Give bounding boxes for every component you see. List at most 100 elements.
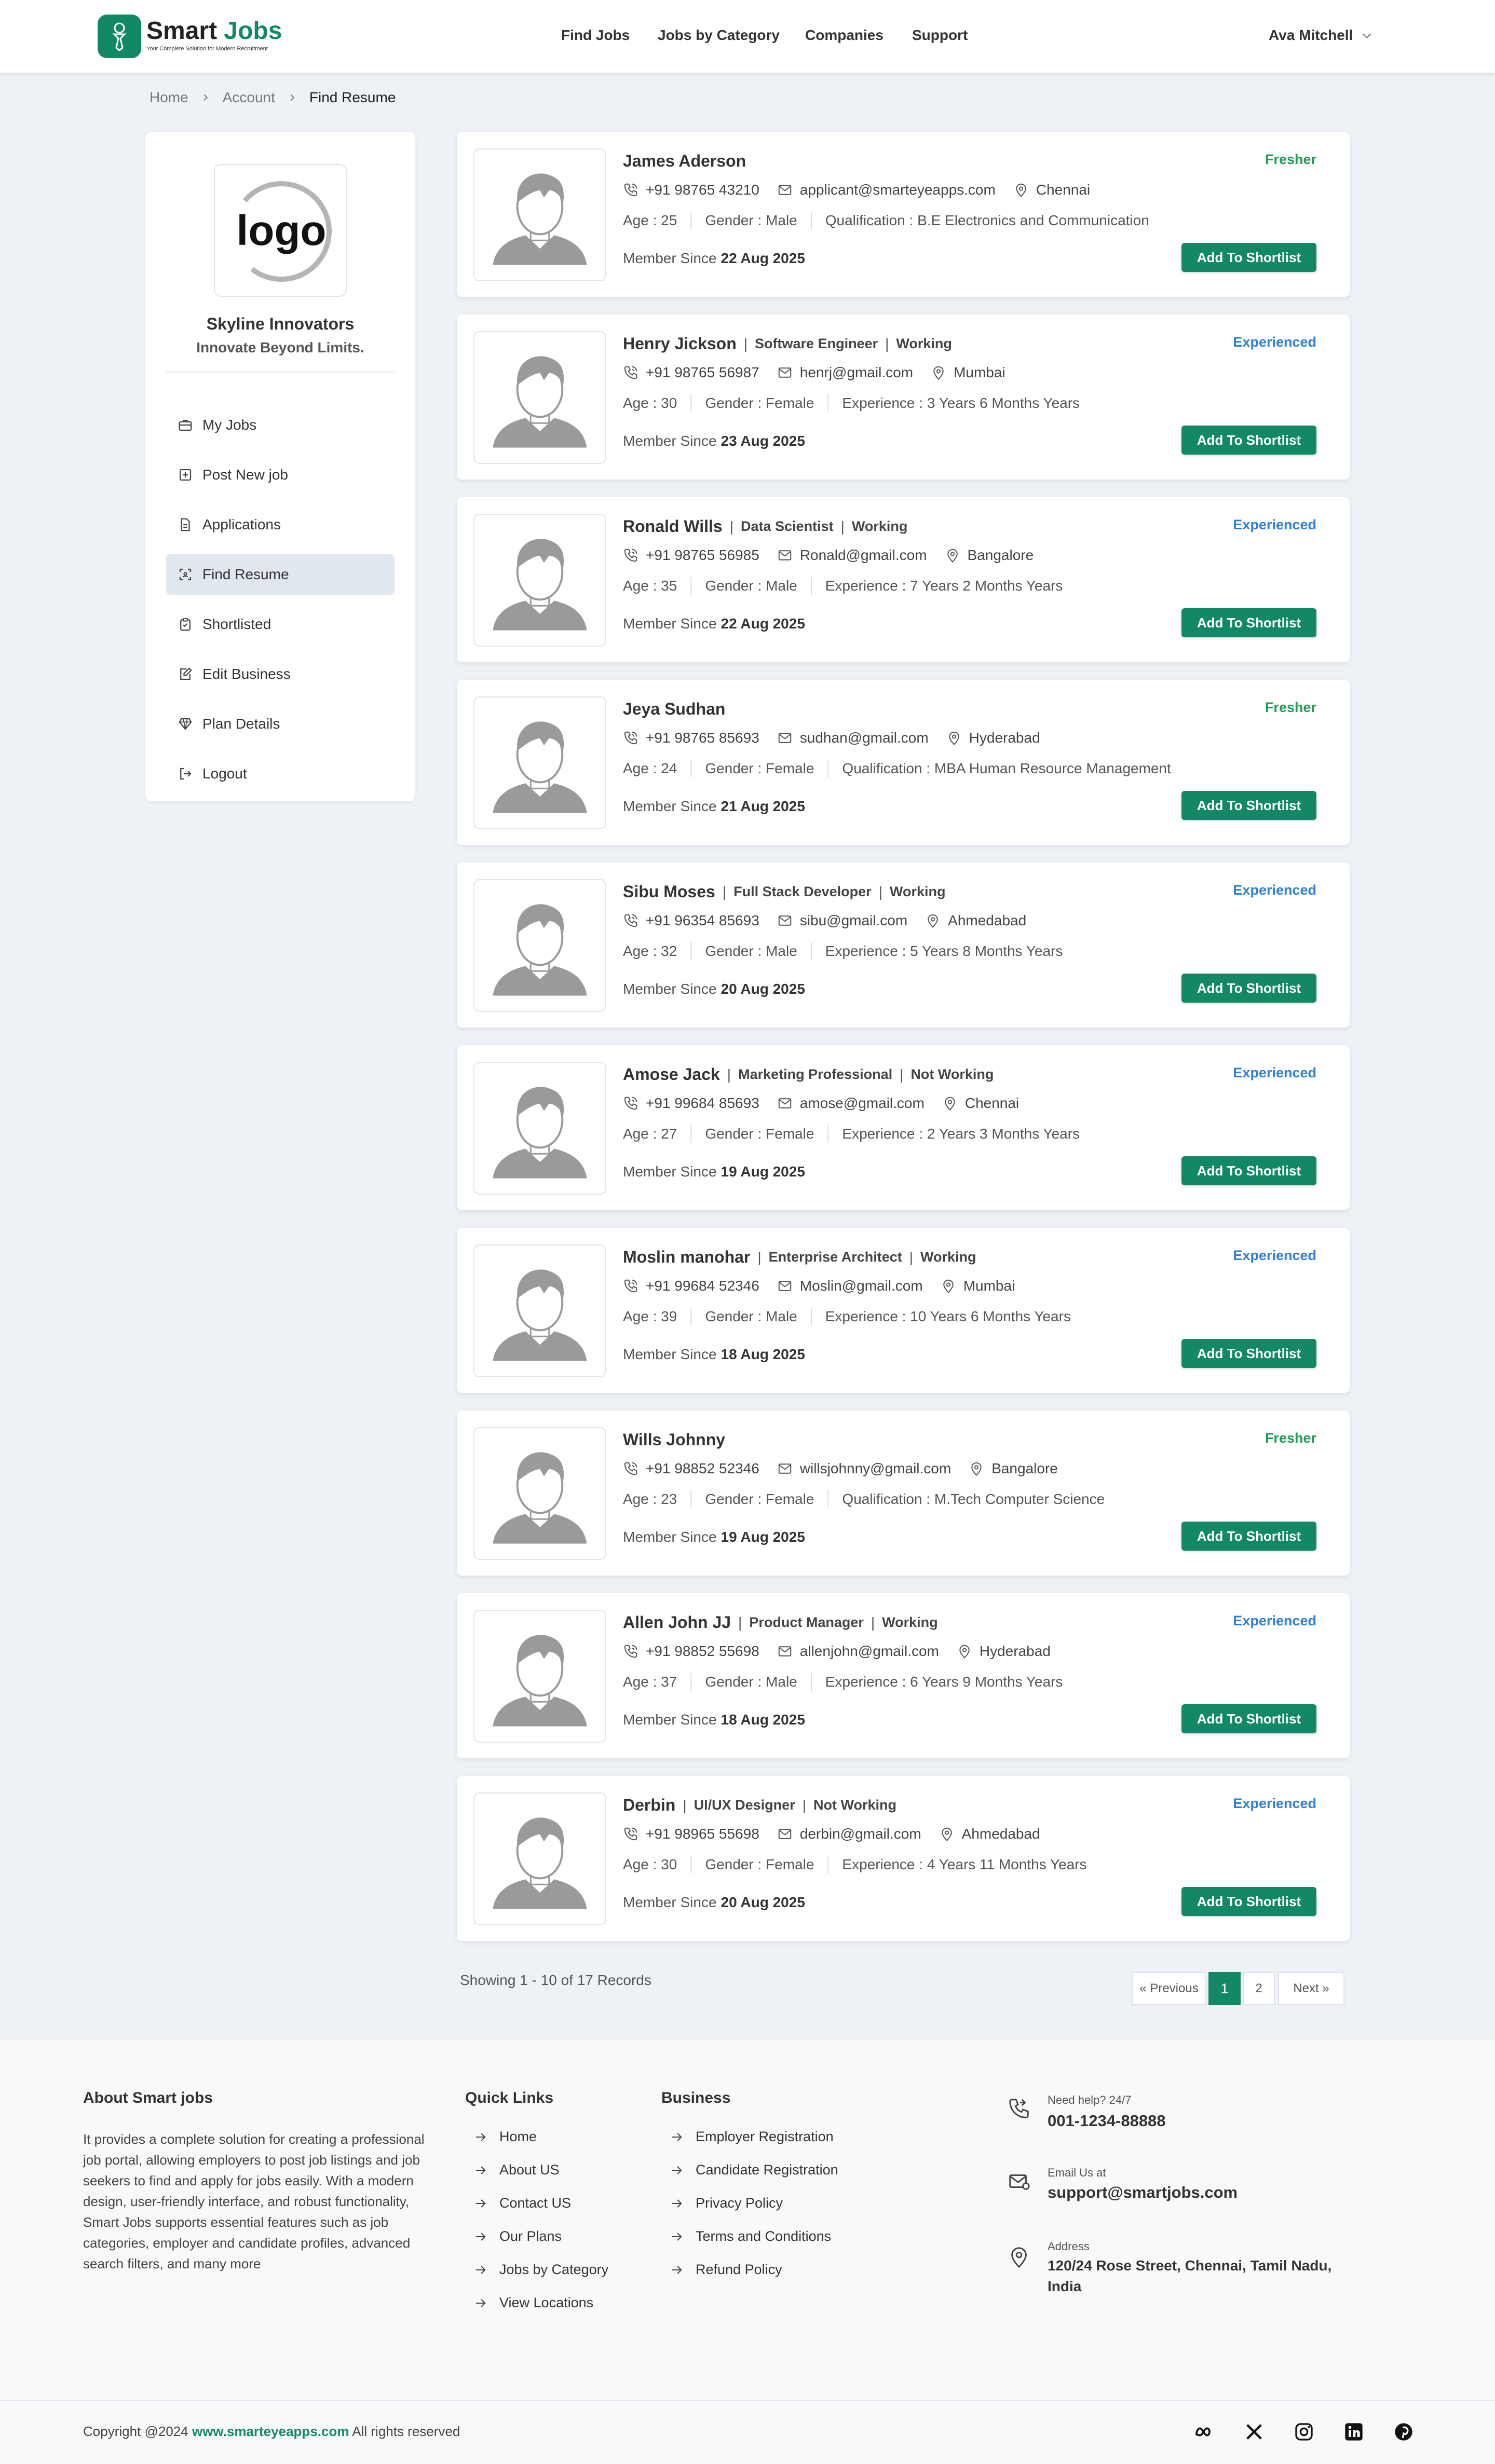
avatar-placeholder-icon [493, 1269, 587, 1361]
add-to-shortlist-button[interactable]: Add To Shortlist [1181, 1887, 1316, 1916]
sidebar-item-label: Shortlisted [202, 616, 271, 632]
candidate-name[interactable]: Moslin manohar [623, 1248, 750, 1267]
nav-support[interactable]: Support [912, 27, 968, 44]
candidate-role: UI/UX Designer [694, 1797, 795, 1813]
avatar[interactable] [473, 696, 606, 829]
footer-link-home[interactable]: Home [473, 2129, 537, 2145]
candidate-name[interactable]: Wills Johnny [623, 1430, 725, 1449]
candidate-location: Ahmedabad [948, 912, 1027, 928]
avatar-placeholder-icon [493, 1817, 587, 1909]
breadcrumb-account[interactable]: Account [223, 89, 275, 106]
candidate-gender: Gender : Female [705, 760, 814, 776]
avatar[interactable] [473, 1610, 606, 1743]
add-to-shortlist-button[interactable]: Add To Shortlist [1181, 974, 1316, 1003]
candidate-gender: Gender : Female [705, 1856, 814, 1872]
footer-link-view-locations[interactable]: View Locations [473, 2295, 593, 2311]
pagination-page-1[interactable]: 1 [1208, 1972, 1241, 2005]
avatar[interactable] [473, 1062, 606, 1195]
document-icon [181, 518, 190, 531]
footer-link-contact-us[interactable]: Contact US [473, 2195, 571, 2211]
avatar[interactable] [473, 1427, 606, 1560]
footer-link-employer-registration[interactable]: Employer Registration [670, 2129, 834, 2145]
footer-link-about-us[interactable]: About US [473, 2162, 560, 2178]
avatar[interactable] [473, 1792, 606, 1925]
footer-link-jobs-by-category[interactable]: Jobs by Category [473, 2262, 608, 2278]
sidebar-item-label: Find Resume [202, 566, 289, 582]
sidebar-item-find-resume[interactable]: Find Resume [166, 554, 395, 595]
sidebar-item-logout[interactable]: Logout [166, 754, 395, 794]
sidebar-item-my-jobs[interactable]: My Jobs [166, 405, 395, 445]
add-to-shortlist-button[interactable]: Add To Shortlist [1181, 608, 1316, 637]
footer-link-refund-policy[interactable]: Refund Policy [670, 2262, 782, 2278]
candidate-email: henrj@gmail.com [799, 364, 914, 380]
pagination-page-2[interactable]: 2 [1243, 1972, 1275, 2005]
add-to-shortlist-button[interactable]: Add To Shortlist [1181, 1522, 1316, 1551]
avatar[interactable] [473, 1244, 606, 1377]
candidate-name[interactable]: Derbin [623, 1796, 675, 1815]
footer-link-candidate-registration[interactable]: Candidate Registration [670, 2162, 838, 2178]
candidate-name[interactable]: Henry Jickson [623, 334, 737, 353]
candidate-name[interactable]: Ronald Wills [623, 517, 723, 536]
add-to-shortlist-button[interactable]: Add To Shortlist [1181, 1339, 1316, 1368]
candidate-age: Age : 30 [623, 395, 677, 411]
help-phone[interactable]: 001-1234-88888 [1048, 2110, 1166, 2132]
member-since-label: Member Since [623, 615, 717, 632]
candidate-member-since: Member Since 19 Aug 2025 [623, 1163, 805, 1180]
breadcrumb-home[interactable]: Home [150, 89, 188, 106]
nav-find-jobs[interactable]: Find Jobs [561, 27, 630, 44]
add-to-shortlist-button[interactable]: Add To Shortlist [1181, 1704, 1316, 1733]
pagination-next[interactable]: Next » [1278, 1972, 1344, 2005]
avatar[interactable] [473, 879, 606, 1012]
candidate-experience: Experience : 7 Years 2 Months Years [825, 578, 1063, 594]
candidate-title: Wills Johnny [623, 1430, 725, 1449]
avatar[interactable] [473, 148, 606, 281]
candidate-role: Marketing Professional [738, 1066, 893, 1082]
candidate-name[interactable]: Jeya Sudhan [623, 700, 725, 719]
linkedin-icon[interactable] [1343, 2421, 1364, 2442]
sidebar-item-edit-business[interactable]: Edit Business [166, 654, 395, 694]
candidate-name[interactable]: Allen John JJ [623, 1613, 731, 1632]
avatar[interactable] [473, 514, 606, 647]
support-email[interactable]: support@smartjobs.com [1048, 2182, 1238, 2203]
avatar[interactable] [473, 331, 606, 464]
avatar-placeholder-icon [493, 904, 587, 996]
arrow-right-icon [475, 2265, 486, 2274]
footer-link-our-plans[interactable]: Our Plans [473, 2228, 562, 2244]
candidate-name[interactable]: James Aderson [623, 152, 746, 171]
chevron-down-icon[interactable] [1359, 28, 1375, 44]
add-to-shortlist-button[interactable]: Add To Shortlist [1181, 791, 1316, 820]
candidate-name[interactable]: Sibu Moses [623, 882, 715, 901]
avatar-placeholder-icon [493, 173, 587, 265]
divider [810, 212, 812, 229]
add-to-shortlist-button[interactable]: Add To Shortlist [1181, 1156, 1316, 1185]
candidate-member-since: Member Since 20 Aug 2025 [623, 981, 805, 997]
sidebar-item-post-new-job[interactable]: Post New job [166, 455, 395, 495]
instagram-icon[interactable] [1294, 2421, 1314, 2442]
pagination-previous[interactable]: « Previous [1132, 1972, 1206, 2005]
sidebar-item-applications[interactable]: Applications [166, 504, 395, 545]
add-to-shortlist-button[interactable]: Add To Shortlist [1181, 426, 1316, 455]
meta-icon[interactable] [1194, 2421, 1215, 2442]
member-since-label: Member Since [623, 433, 717, 449]
candidate-age: Age : 27 [623, 1126, 677, 1142]
x-icon[interactable] [1244, 2421, 1265, 2442]
footer-link-label: About US [499, 2162, 560, 2178]
user-menu[interactable]: Ava Mitchell [1269, 27, 1353, 44]
sidebar-item-shortlisted[interactable]: Shortlisted [166, 604, 395, 645]
footer-link-privacy-policy[interactable]: Privacy Policy [670, 2195, 783, 2211]
divider [827, 1856, 829, 1873]
copyright-link[interactable]: www.smarteyeapps.com [192, 2424, 349, 2439]
nav-companies[interactable]: Companies [805, 27, 884, 44]
pinterest-icon[interactable] [1393, 2421, 1414, 2442]
sidebar-item-label: Edit Business [202, 666, 291, 682]
brand-logo-icon[interactable] [98, 15, 141, 58]
footer-link-terms-and-conditions[interactable]: Terms and Conditions [670, 2228, 831, 2244]
separator: | [909, 1249, 914, 1265]
sidebar-item-plan-details[interactable]: Plan Details [166, 704, 395, 744]
member-since-date: 22 Aug 2025 [721, 615, 805, 632]
candidate-name[interactable]: Amose Jack [623, 1065, 720, 1084]
nav-jobs-by-category[interactable]: Jobs by Category [658, 27, 780, 44]
add-to-shortlist-button[interactable]: Add To Shortlist [1181, 243, 1316, 272]
separator: | [722, 883, 727, 900]
brand-name[interactable]: Smart Jobs [146, 17, 282, 46]
